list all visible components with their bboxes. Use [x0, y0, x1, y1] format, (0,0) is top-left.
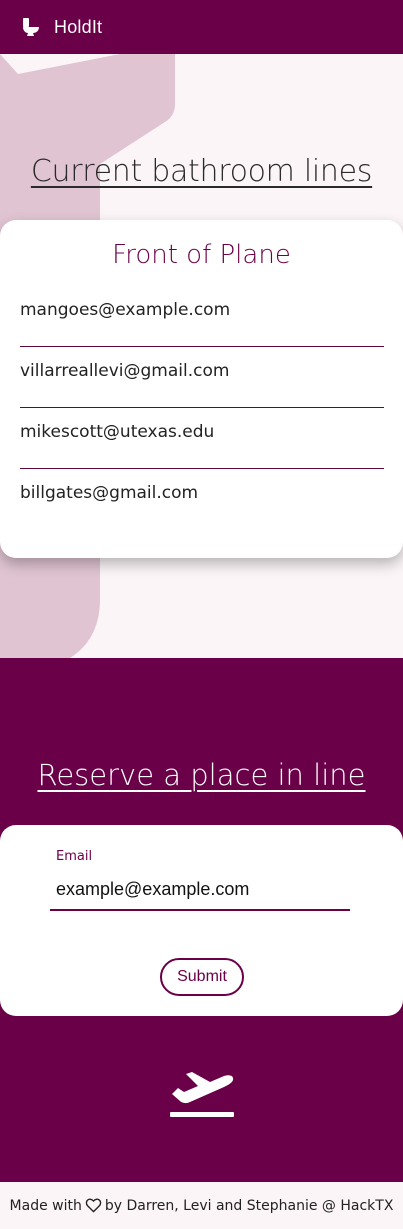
app-header: HoldIt [0, 0, 403, 54]
toilet-icon [23, 18, 39, 36]
card-title: Front of Plane [112, 240, 291, 270]
list-item: villarreallevi@gmail.com [20, 347, 384, 408]
queue-list: mangoes@example.com villarreallevi@gmail… [20, 286, 384, 530]
list-item: mikescott@utexas.edu [20, 408, 384, 469]
line-card-front-of-plane: Front of Plane mangoes@example.com villa… [0, 220, 403, 558]
reserve-form: Email Submit [0, 825, 403, 1016]
submit-button[interactable]: Submit [160, 958, 244, 996]
list-item: mangoes@example.com [20, 286, 384, 347]
list-item: billgates@gmail.com [20, 483, 199, 503]
current-lines-section: Current bathroom lines Front of Plane ma… [0, 54, 403, 658]
reserve-title: Reserve a place in line [37, 758, 366, 792]
footer: Made with by Darren, Levi and Stephanie … [0, 1182, 403, 1229]
reserve-section: Reserve a place in line Email Submit [0, 658, 403, 1182]
footer-credits: by Darren, Levi and Stephanie @ HackTX [104, 1197, 394, 1214]
email-label: Email [56, 849, 93, 864]
footer-prefix: Made with [9, 1197, 82, 1214]
email-field[interactable] [50, 869, 350, 911]
airplane-takeoff-icon [170, 1072, 234, 1117]
heart-outline-icon [85, 1198, 102, 1213]
page: HoldIt Current bathroom lines Front of P… [0, 0, 403, 1229]
current-lines-title: Current bathroom lines [30, 154, 373, 189]
app-title[interactable]: HoldIt [54, 17, 102, 38]
